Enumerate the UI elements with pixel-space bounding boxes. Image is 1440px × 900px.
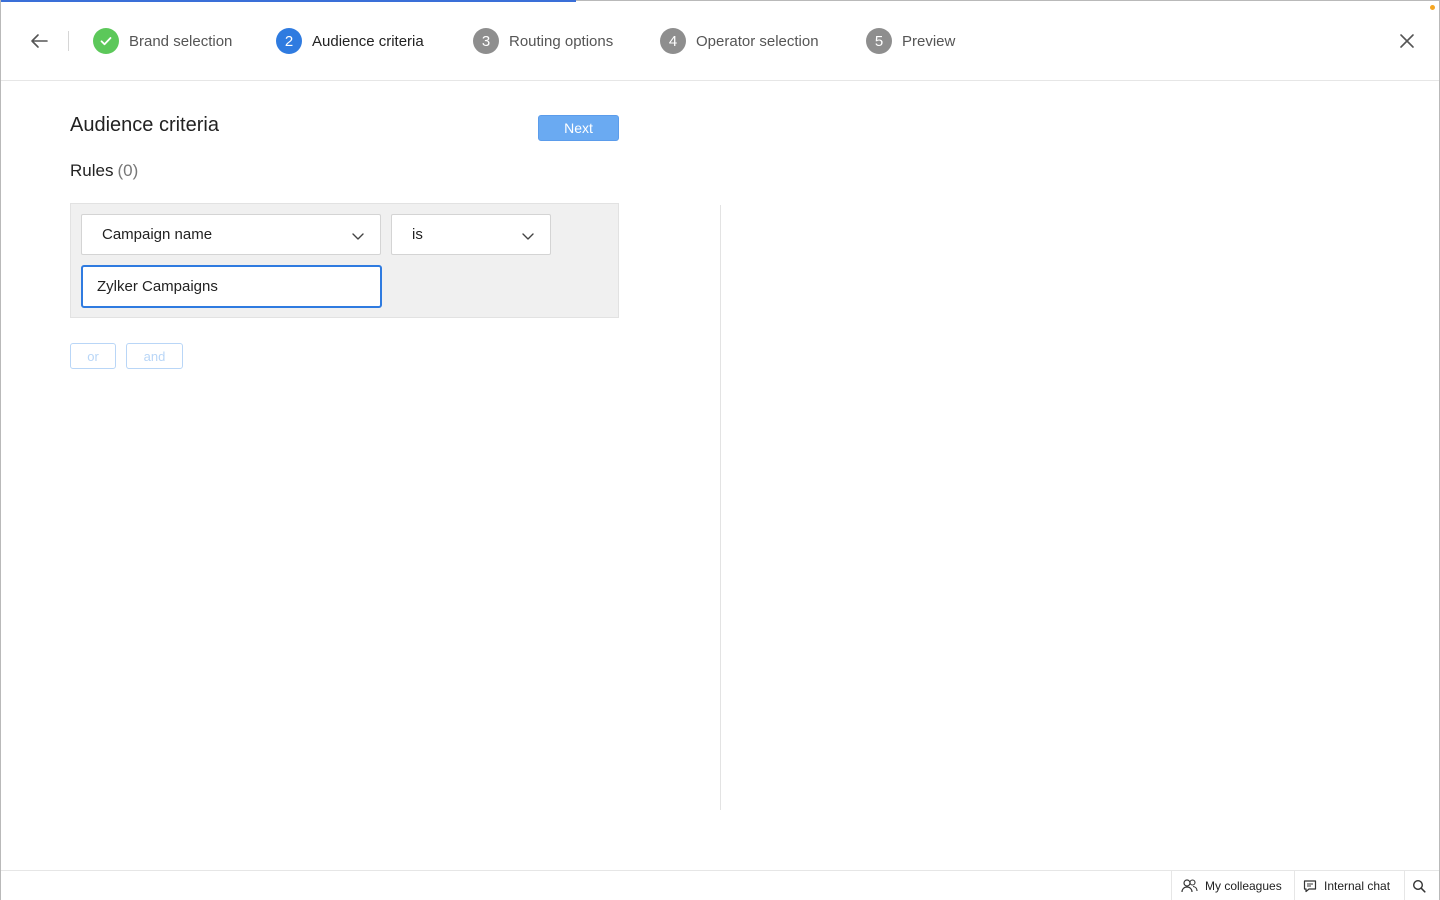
- next-button[interactable]: Next: [538, 115, 619, 141]
- users-icon: [1181, 879, 1198, 893]
- rules-heading: Rules (0): [70, 161, 138, 181]
- or-button[interactable]: or: [70, 343, 116, 369]
- step-label: Operator selection: [696, 32, 819, 50]
- and-button[interactable]: and: [126, 343, 183, 369]
- page-title: Audience criteria: [70, 114, 219, 136]
- panel-divider: [720, 205, 721, 810]
- footer-bar: My colleagues Internal chat: [1, 870, 1439, 900]
- search-icon: [1412, 879, 1426, 893]
- my-colleagues-button[interactable]: My colleagues: [1171, 871, 1294, 900]
- back-button[interactable]: [27, 29, 51, 53]
- my-colleagues-label: My colleagues: [1205, 878, 1282, 893]
- step-audience-criteria[interactable]: 2 Audience criteria: [276, 27, 424, 55]
- close-button[interactable]: [1394, 28, 1420, 54]
- step-number: 3: [473, 28, 499, 54]
- step-routing-options[interactable]: 3 Routing options: [473, 27, 613, 55]
- field-select-value: Campaign name: [102, 226, 213, 243]
- rule-row: Campaign name is: [70, 203, 619, 318]
- internal-chat-label: Internal chat: [1324, 878, 1391, 893]
- field-select[interactable]: Campaign name: [81, 214, 381, 255]
- step-label: Routing options: [509, 32, 614, 50]
- step-1-status: [93, 28, 119, 54]
- chat-icon: [1303, 879, 1317, 892]
- step-preview[interactable]: 5 Preview: [866, 27, 955, 55]
- internal-chat-button[interactable]: Internal chat: [1294, 871, 1404, 900]
- operator-select[interactable]: is: [391, 214, 551, 255]
- step-label: Audience criteria: [312, 32, 424, 50]
- check-icon: [100, 37, 112, 46]
- step-number: 2: [276, 28, 302, 54]
- footer-search-button[interactable]: [1404, 871, 1439, 900]
- rule-value-input[interactable]: [81, 265, 382, 308]
- header-divider: [68, 31, 69, 51]
- arrow-left-icon: [31, 34, 48, 48]
- step-number: 4: [660, 28, 686, 54]
- rules-label: Rules: [70, 161, 114, 180]
- step-label: Brand selection: [129, 32, 233, 50]
- chevron-down-icon: [352, 233, 364, 240]
- step-label: Preview: [902, 32, 956, 50]
- rules-count: (0): [117, 161, 139, 180]
- wizard-header: Brand selection 2 Audience criteria 3 Ro…: [1, 1, 1439, 81]
- close-icon: [1400, 34, 1414, 48]
- step-brand-selection[interactable]: Brand selection: [93, 27, 232, 55]
- step-number: 5: [866, 28, 892, 54]
- step-operator-selection[interactable]: 4 Operator selection: [660, 27, 819, 55]
- chevron-down-icon: [522, 233, 534, 240]
- operator-select-value: is: [412, 226, 423, 243]
